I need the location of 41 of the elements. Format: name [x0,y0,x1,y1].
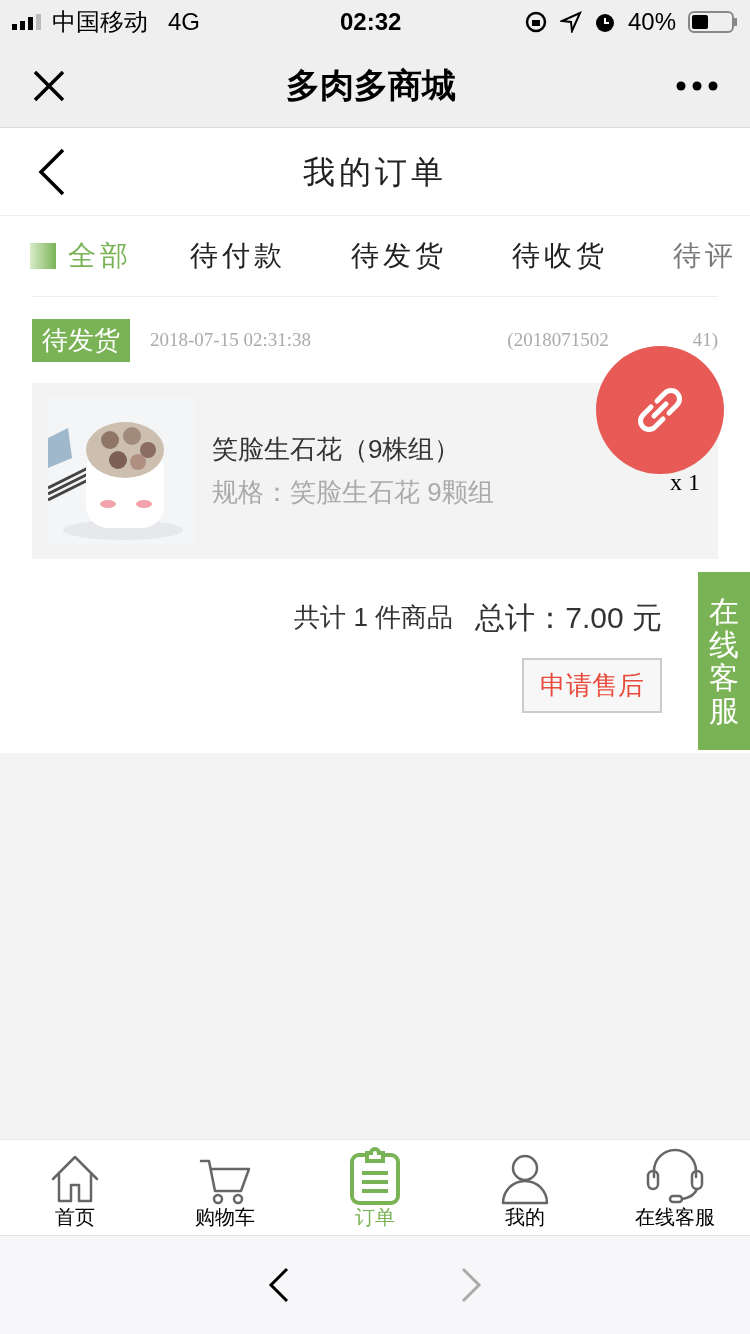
tab-bar-item[interactable]: 首页 [0,1140,150,1235]
order-tab[interactable]: 待收货 [512,235,673,277]
home-icon [49,1153,101,1205]
signal-icon [12,14,42,30]
location-icon [559,11,582,33]
more-icon[interactable] [676,80,718,91]
battery-percent: 40% [627,7,676,37]
product-name: 笑脸生石花（9株组） [212,433,462,466]
product-spec: 规格：笑脸生石花 9颗组 [212,476,494,509]
alarm-icon [593,11,616,33]
order-time: 2018-07-15 02:31:38 [150,327,311,352]
header-title: 我的订单 [302,152,448,192]
tab-bar-item[interactable]: 我的 [450,1140,600,1235]
after-sale-button[interactable]: 申请售后 [522,658,662,713]
product-card[interactable]: 笑脸生石花（9株组） 规格：笑脸生石花 9颗组 x 1 [32,383,718,559]
order-number: (2018071502 [507,327,609,352]
tab-bar-item[interactable]: 在线客服 [600,1140,750,1235]
order-tab[interactable]: 待付款 [190,235,351,277]
tab-bar-item[interactable]: 购物车 [150,1140,300,1235]
page-title: 多肉多商城 [285,65,457,106]
rotation-lock-icon [523,10,548,34]
network: 4G [168,7,200,37]
clipboard-icon [349,1147,401,1205]
status-badge: 待发货 [32,318,130,362]
order-tab[interactable]: 待发货 [351,235,512,277]
order-tab[interactable]: 待评 [673,235,750,277]
clock: 02:32 [340,7,402,37]
order-number: 41) [692,327,718,352]
quantity: x 1 [670,468,700,497]
item-count: 共计 1 件商品 [294,601,454,634]
headset-icon [644,1147,706,1205]
back-icon[interactable] [38,147,66,196]
selected-marker-icon [30,243,56,269]
carrier: 中国移动 [52,7,148,37]
close-icon[interactable] [32,68,66,103]
back-icon[interactable] [268,1267,290,1303]
order-total: 总计：7.00 元 [475,600,662,636]
battery-icon [688,10,738,34]
link-icon [635,385,685,435]
person-icon [501,1153,549,1205]
cart-icon [199,1157,251,1205]
